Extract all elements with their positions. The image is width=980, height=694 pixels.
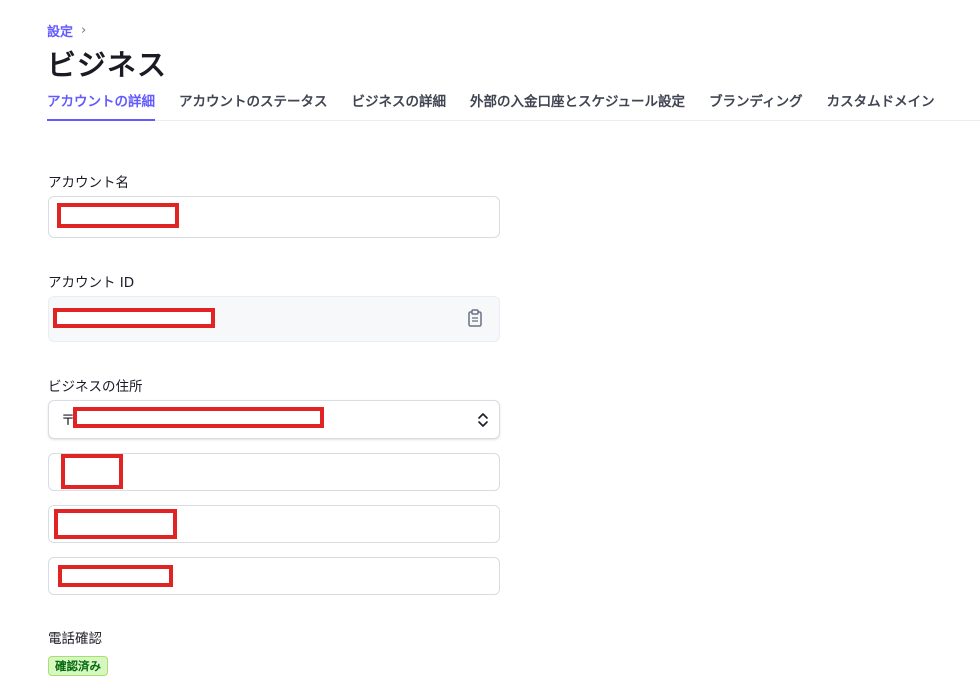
phone-verification-label: 電話確認 xyxy=(48,631,102,647)
business-address-label: ビジネスの住所 xyxy=(48,379,143,395)
address-line3-input[interactable] xyxy=(48,557,500,595)
tab-payout-schedule[interactable]: 外部の入金口座とスケジュール設定 xyxy=(470,88,685,121)
redaction-mark xyxy=(53,308,215,328)
tab-branding[interactable]: ブランディング xyxy=(709,88,803,121)
address-line2-input[interactable] xyxy=(48,505,500,543)
status-badge: 確認済み xyxy=(48,656,108,676)
address-country-select[interactable]: 〒 xyxy=(48,400,500,439)
account-id-label: アカウント ID xyxy=(48,275,135,291)
tab-bar: アカウントの詳細 アカウントのステータス ビジネスの詳細 外部の入金口座とスケジ… xyxy=(47,88,980,121)
tab-account-status[interactable]: アカウントのステータス xyxy=(179,88,328,121)
breadcrumb: 設定 › xyxy=(47,21,86,40)
address-line1-input[interactable] xyxy=(48,453,500,491)
account-name-label: アカウント名 xyxy=(48,175,129,191)
account-id-field xyxy=(48,296,500,342)
redaction-mark xyxy=(58,565,173,587)
tab-account-details[interactable]: アカウントの詳細 xyxy=(47,88,155,121)
clipboard-icon[interactable] xyxy=(467,309,483,327)
tab-business-details[interactable]: ビジネスの詳細 xyxy=(352,88,447,121)
redaction-mark xyxy=(61,454,123,489)
redaction-mark xyxy=(57,203,179,228)
tab-custom-domain[interactable]: カスタムドメイン xyxy=(827,88,935,121)
redaction-mark xyxy=(73,407,324,428)
account-name-input[interactable] xyxy=(48,196,500,238)
redaction-mark xyxy=(54,509,177,539)
chevron-up-down-icon xyxy=(478,413,488,427)
page-title: ビジネス xyxy=(47,48,168,82)
breadcrumb-settings-link[interactable]: 設定 xyxy=(47,21,73,40)
chevron-right-icon: › xyxy=(81,23,87,38)
